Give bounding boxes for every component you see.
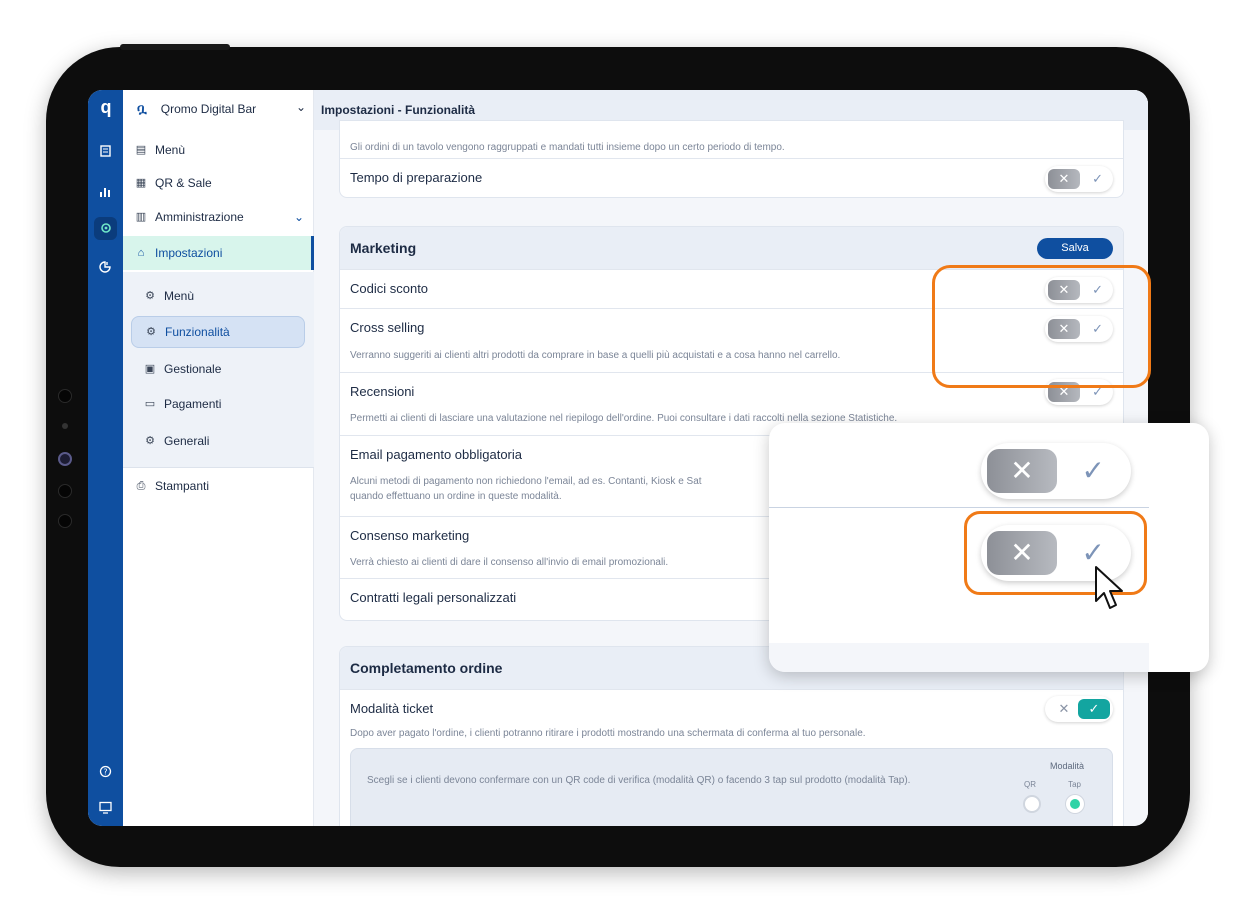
mouse-cursor-icon <box>1095 566 1123 609</box>
subnav-item-payments[interactable]: ▭ Pagamenti <box>131 388 305 420</box>
features-icon: ⚙ <box>146 326 156 338</box>
subnav-item-label: Menù <box>164 289 195 303</box>
store-settings-icon: ⌂ <box>137 247 145 259</box>
tablet-top-edge <box>120 44 230 50</box>
prep-time-label: Tempo di preparazione <box>350 170 483 185</box>
subnav-item-label: Gestionale <box>164 362 222 376</box>
zoom-callout: ✕ ✓ ✕ ✓ <box>769 423 1209 672</box>
order-completion-card: Completamento ordine Modalità ticket Dop… <box>339 646 1124 826</box>
zoom-bottom-strip <box>769 643 1149 672</box>
sidebar-item-administration[interactable]: ▥ Amministrazione ⌄ <box>123 202 314 232</box>
monitor-icon[interactable] <box>94 796 117 819</box>
subnav-item-menu[interactable]: ⚙ Menù <box>131 280 305 312</box>
tablet-sensor <box>58 389 72 403</box>
ticket-mode-panel: Scegli se i clienti devono confermare co… <box>350 748 1113 826</box>
sidebar-item-label: QR & Sale <box>155 176 212 190</box>
mode-label: Modalità <box>1049 761 1084 771</box>
tap-option-label: Tap <box>1068 780 1081 789</box>
gear-icon: ⚙ <box>145 435 155 447</box>
sidebar-item-menu[interactable]: ▤ Menù <box>123 135 314 165</box>
order-completion-title: Completamento ordine <box>350 660 503 676</box>
marketing-icon[interactable] <box>94 255 117 278</box>
subnav-item-label: Funzionalità <box>165 325 230 339</box>
prep-time-row: Tempo di preparazione ✕ ✓ <box>340 158 1123 197</box>
toggle-off-icon: ✕ <box>1058 701 1070 716</box>
credit-card-icon: ▭ <box>144 398 156 410</box>
sidebar-item-label: Amministrazione <box>155 210 244 224</box>
printer-icon: ⎙ <box>136 480 146 492</box>
tablet-camera <box>58 452 72 466</box>
menu-book-icon: ▤ <box>135 144 147 156</box>
chevron-down-icon: ⌄ <box>293 210 304 224</box>
sidebar-item-printers[interactable]: ⎙ Stampanti <box>123 471 314 501</box>
orders-icon[interactable] <box>94 140 117 163</box>
qr-code-icon: ▦ <box>135 177 147 189</box>
toggle-off-icon: ✕ <box>987 449 1057 493</box>
left-rail: q ? <box>88 90 123 826</box>
prep-time-toggle[interactable]: ✕ ✓ <box>1045 166 1113 192</box>
stats-icon[interactable] <box>94 180 117 203</box>
highlight-box <box>932 265 1151 388</box>
tablet-sensor-2 <box>58 484 72 498</box>
chevron-down-icon: ⌄ <box>295 100 306 114</box>
subnav-item-label: Pagamenti <box>164 397 222 411</box>
ticket-mode-row: Modalità ticket Dopo aver pagato l'ordin… <box>340 689 1123 826</box>
marketing-header: Marketing Salva <box>340 227 1123 269</box>
subnav-item-management[interactable]: ▣ Gestionale <box>131 353 305 385</box>
sidebar-item-qr-sale[interactable]: ▦ QR & Sale <box>123 168 314 198</box>
settings-icon[interactable] <box>94 217 117 240</box>
sidebar: ቧ Qromo Digital Bar ⌄ ▤ Menù ▦ QR & Sale… <box>123 90 314 826</box>
save-button[interactable]: Salva <box>1037 238 1113 259</box>
tablet-sensor-small <box>62 423 68 429</box>
menu-settings-icon: ⚙ <box>145 290 155 302</box>
mode-description: Scegli se i clienti devono confermare co… <box>367 775 911 786</box>
qr-option-label: QR <box>1024 780 1036 789</box>
toggle-on-icon: ✓ <box>1081 455 1105 486</box>
tap-radio[interactable] <box>1066 795 1084 813</box>
toggle-off-icon: ✕ <box>1048 169 1080 189</box>
toggle-on-icon: ✓ <box>1092 171 1103 186</box>
zoom-divider <box>769 507 1149 508</box>
sidebar-item-settings[interactable]: ⌂ Impostazioni <box>123 236 314 270</box>
qr-radio[interactable] <box>1023 795 1041 813</box>
help-icon[interactable]: ? <box>94 760 117 783</box>
subnav-item-features[interactable]: ⚙ Funzionalità <box>131 316 305 348</box>
stage: q ? ቧ Qromo Digital Bar ⌄ ▤ Menù ▦ QR & … <box>0 0 1240 919</box>
sidebar-item-label: Menù <box>155 143 186 157</box>
ordering-card: Gli ordini di un tavolo vengono raggrupp… <box>339 120 1124 198</box>
ticket-mode-label: Modalità ticket <box>350 701 434 716</box>
brand-logo[interactable]: q <box>95 96 117 118</box>
venue-selector[interactable]: ቧ Qromo Digital Bar ⌄ <box>123 90 314 128</box>
subnav-item-general[interactable]: ⚙ Generali <box>131 425 305 457</box>
toggle-on-icon: ✓ <box>1078 699 1110 719</box>
sidebar-item-label: Stampanti <box>155 479 210 493</box>
pos-icon: ▣ <box>144 363 156 375</box>
settings-subnav: ⚙ Menù ⚙ Funzionalità ▣ Gestionale ▭ Pag… <box>123 272 314 468</box>
svg-text:?: ? <box>103 767 107 776</box>
calendar-icon: ▥ <box>135 211 147 223</box>
venue-logo-icon: ቧ <box>137 101 147 116</box>
marketing-title: Marketing <box>350 240 417 256</box>
zoom-toggle-top[interactable]: ✕ ✓ <box>981 443 1131 499</box>
tablet-sensor-3 <box>58 514 72 528</box>
subnav-item-label: Generali <box>164 434 210 448</box>
ticket-mode-description: Dopo aver pagato l'ordine, i clienti pot… <box>350 728 866 739</box>
ticket-mode-toggle[interactable]: ✕ ✓ <box>1045 696 1113 722</box>
grouped-orders-description: Gli ordini di un tavolo vengono raggrupp… <box>350 142 785 153</box>
venue-name: Qromo Digital Bar <box>160 102 257 116</box>
sidebar-item-label: Impostazioni <box>155 246 223 260</box>
